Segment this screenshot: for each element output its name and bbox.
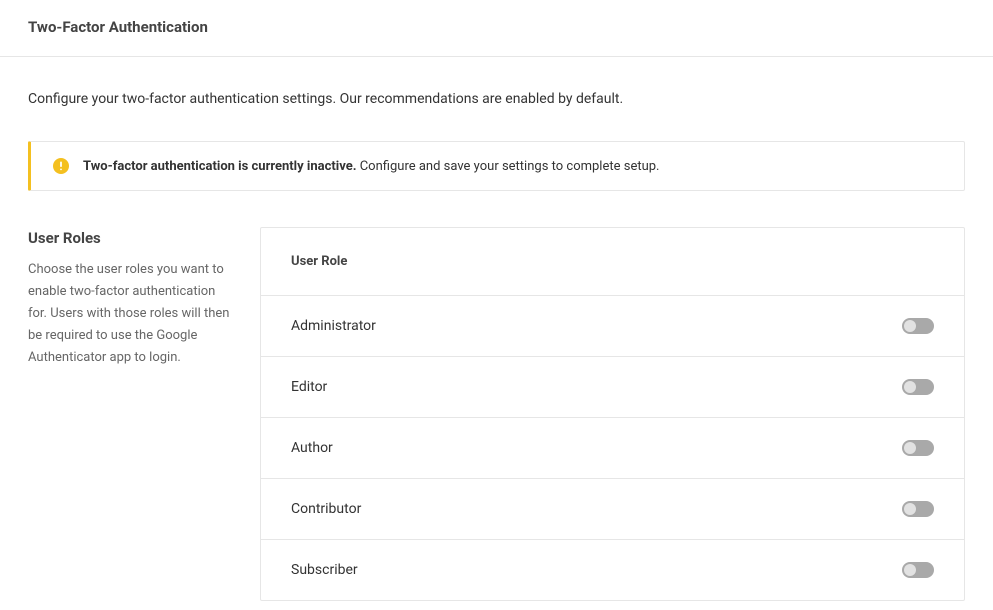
inactive-warning-banner: Two-factor authentication is currently i… [28,141,965,191]
role-toggle-editor[interactable] [902,379,934,395]
role-toggle-author[interactable] [902,440,934,456]
role-label: Contributor [291,501,361,517]
table-row: Administrator [261,296,964,357]
section-title: User Roles [28,229,230,247]
role-label: Author [291,440,333,456]
warning-text-strong: Two-factor authentication is currently i… [83,159,357,174]
user-roles-table: User Role Administrator Editor Author [260,227,965,601]
section-description: Choose the user roles you want to enable… [28,259,230,369]
warning-icon [53,158,69,174]
warning-text: Two-factor authentication is currently i… [83,159,660,174]
role-label: Administrator [291,318,376,334]
page-header: Two-Factor Authentication [0,0,993,57]
table-row: Editor [261,357,964,418]
table-row: Contributor [261,479,964,540]
role-toggle-contributor[interactable] [902,501,934,517]
role-label: Subscriber [291,562,358,578]
page-title: Two-Factor Authentication [28,18,965,36]
table-header: User Role [261,228,964,296]
role-toggle-subscriber[interactable] [902,562,934,578]
warning-text-rest: Configure and save your settings to comp… [357,159,660,174]
section-sidebar: User Roles Choose the user roles you wan… [28,227,230,369]
table-row: Subscriber [261,540,964,600]
role-toggle-administrator[interactable] [902,318,934,334]
role-label: Editor [291,379,327,395]
table-row: Author [261,418,964,479]
settings-description: Configure your two-factor authentication… [28,91,965,107]
